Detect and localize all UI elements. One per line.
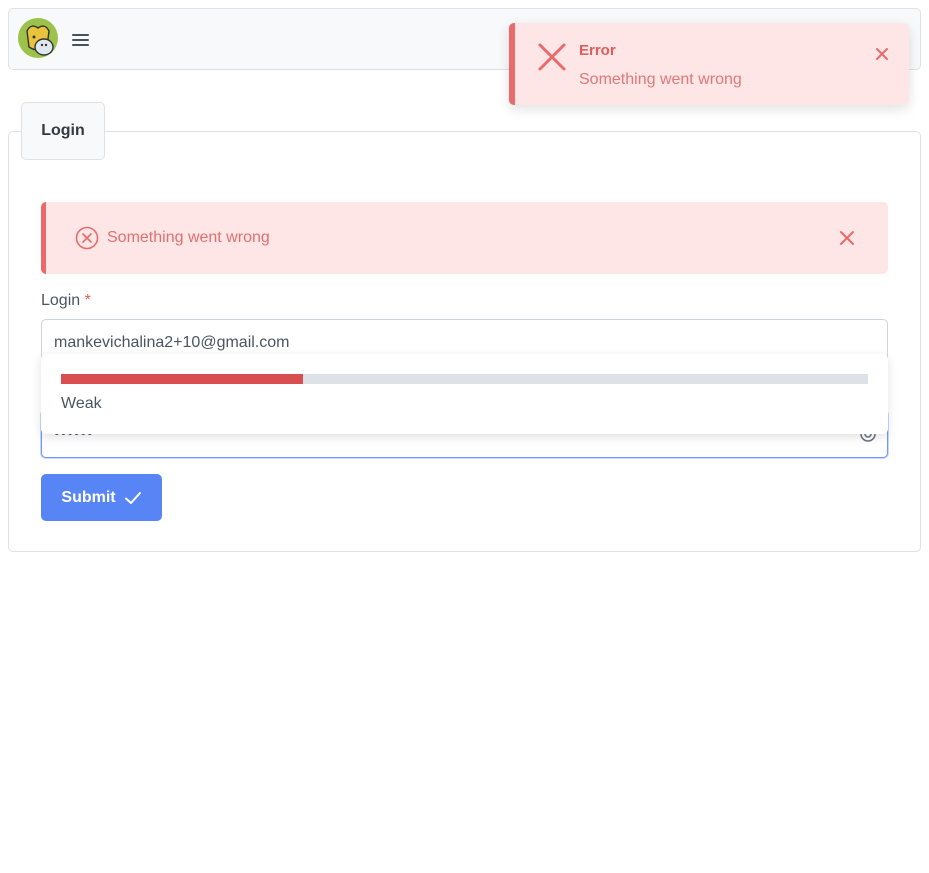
login-field-label: Login *: [41, 292, 91, 310]
close-icon[interactable]: [867, 39, 897, 69]
panel-tab-login: Login: [21, 102, 105, 160]
toast-title: Error: [579, 42, 616, 59]
submit-button[interactable]: Submit: [41, 474, 162, 521]
login-label-text: Login: [41, 292, 81, 309]
strength-meter-fill: [61, 374, 304, 384]
required-mark: *: [84, 292, 91, 309]
strength-meter: [61, 374, 868, 384]
x-circle-icon: [75, 226, 99, 250]
error-toast: Error Something went wrong: [509, 23, 909, 105]
close-icon[interactable]: [834, 225, 860, 251]
submit-label: Submit: [61, 488, 116, 506]
check-icon: [124, 491, 141, 504]
hamburger-icon[interactable]: [72, 31, 92, 49]
x-icon: [538, 43, 566, 71]
strength-label: Weak: [61, 395, 102, 412]
toast-detail: Something went wrong: [579, 71, 742, 88]
password-strength-panel: Weak: [41, 354, 888, 434]
error-message: Something went wrong: [41, 202, 888, 274]
error-message-text: Something went wrong: [107, 229, 270, 246]
pets-logo-icon[interactable]: [17, 17, 59, 59]
